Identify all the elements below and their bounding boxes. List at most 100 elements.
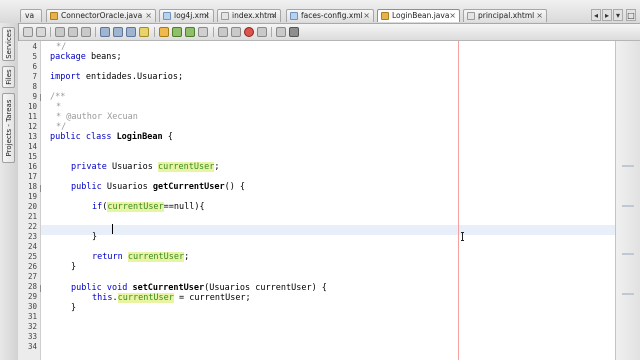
close-tab-icon[interactable]: × <box>203 10 210 22</box>
last-edit-icon[interactable] <box>55 27 65 37</box>
start-macro-icon[interactable] <box>231 27 241 37</box>
editor-tab-truncated-java[interactable]: va <box>20 9 42 22</box>
find-previous-icon[interactable] <box>100 27 110 37</box>
code-line-9: /** <box>50 92 65 102</box>
history-view-icon[interactable] <box>36 27 46 37</box>
keyword-token: package <box>50 52 86 62</box>
previous-bookmark-icon[interactable] <box>159 27 169 37</box>
toggle-bookmark-icon[interactable] <box>185 27 195 37</box>
close-tab-icon[interactable]: × <box>270 10 277 22</box>
scroll-tabs-right-button[interactable]: ▸ <box>602 9 612 21</box>
scroll-tabs-left-button[interactable]: ◂ <box>591 9 601 21</box>
line-number: 12 <box>27 122 37 131</box>
line-number-gutter[interactable]: 4 5 6 7 8 9 10 11 12 13 14 15 16 17 18 1… <box>18 41 47 360</box>
line-number: 14 <box>27 142 37 151</box>
code-token: Usuarios <box>111 162 153 172</box>
editor-tab-faces-config[interactable]: faces-config.xml × <box>286 9 374 22</box>
shift-right-icon[interactable] <box>218 27 228 37</box>
toolbar-separator <box>271 27 272 37</box>
line-number: 34 <box>27 342 37 351</box>
code-line-31: } <box>71 303 76 313</box>
back-icon[interactable] <box>68 27 78 37</box>
comment-icon[interactable] <box>257 27 267 37</box>
code-token: ; <box>214 162 220 172</box>
shift-left-icon[interactable] <box>198 27 208 37</box>
xml-file-icon <box>163 12 171 20</box>
mouse-ibeam-cursor-icon <box>461 232 464 241</box>
occurrence-mark[interactable] <box>622 205 634 207</box>
line-number: 19 <box>27 192 37 201</box>
close-tab-icon[interactable]: × <box>363 10 370 22</box>
toolbar-separator <box>213 27 214 37</box>
code-line-20: if(currentUser==null){ <box>92 202 205 212</box>
code-line-12: */ <box>56 122 66 132</box>
tab-label: ConnectorOracle.java <box>61 11 143 20</box>
find-selection-icon[interactable] <box>113 27 123 37</box>
editor-tab-principal-xhtml[interactable]: principal.xhtml × <box>463 9 547 22</box>
comment-token: */ <box>56 122 67 132</box>
code-editor[interactable] <box>41 41 615 360</box>
next-bookmark-icon[interactable] <box>172 27 182 37</box>
editor-vertical-scrollbar[interactable] <box>615 41 640 360</box>
comment-token: */ <box>56 42 67 52</box>
keyword-token: if <box>92 202 103 212</box>
toolbar-separator <box>154 27 155 37</box>
run-file-icon[interactable] <box>289 27 299 37</box>
code-line-29: public void setCurrentUser(Usuarios curr… <box>71 283 327 293</box>
restore-window-button[interactable]: □ <box>626 9 636 21</box>
code-line-10: * <box>56 102 61 112</box>
xml-file-icon <box>290 12 298 20</box>
editor-tab-log4j[interactable]: log4j.xml × <box>159 9 214 22</box>
projects-side-tab[interactable]: Projects - Tareas <box>2 93 15 163</box>
find-next-icon[interactable] <box>126 27 136 37</box>
stop-macro-icon[interactable] <box>244 27 254 37</box>
field-token-currentuser: currentUser <box>117 293 174 303</box>
close-tab-icon[interactable]: × <box>145 10 152 22</box>
code-token: ==null){ <box>163 202 205 212</box>
line-number: 22 <box>27 222 37 231</box>
line-number: 10 <box>27 102 37 111</box>
line-number: 15 <box>27 152 37 161</box>
source-view-icon[interactable] <box>23 27 33 37</box>
editor-tab-loginbean[interactable]: LoginBean.java × <box>377 9 460 22</box>
projects-side-tab-label: Projects - Tareas <box>4 99 13 157</box>
tab-label: faces-config.xml <box>301 11 363 20</box>
files-side-tab-label: Files <box>4 69 13 85</box>
line-number: 8 <box>32 82 37 91</box>
keyword-token: public <box>50 132 81 142</box>
comment-token: * <box>56 102 62 112</box>
toggle-highlight-icon[interactable] <box>139 27 149 37</box>
line-number: 23 <box>27 232 37 241</box>
keyword-token: public <box>71 283 102 293</box>
close-tab-icon[interactable]: × <box>449 10 456 22</box>
occurrence-mark[interactable] <box>622 293 634 295</box>
line-number: 13 <box>27 132 37 141</box>
text-caret <box>112 224 113 234</box>
close-tab-icon[interactable]: × <box>536 10 543 22</box>
editor-tab-connectororacle[interactable]: ConnectorOracle.java × <box>46 9 156 22</box>
line-number: 4 <box>32 42 37 51</box>
code-line-11: * @author Xecuan <box>56 112 138 122</box>
line-number: 7 <box>32 72 37 81</box>
tab-label: LoginBean.java <box>392 11 450 20</box>
code-line-18: public Usuarios getCurrentUser() { <box>71 182 245 192</box>
occurrence-mark[interactable] <box>622 165 634 167</box>
line-number: 27 <box>27 272 37 281</box>
forward-icon[interactable] <box>81 27 91 37</box>
occurrence-mark[interactable] <box>622 253 634 255</box>
line-number: 24 <box>27 242 37 251</box>
keyword-token: import <box>50 72 81 82</box>
editor-tab-index-xhtml[interactable]: index.xhtml × <box>217 9 281 22</box>
line-number: 18 <box>27 182 37 191</box>
uncomment-icon[interactable] <box>276 27 286 37</box>
keyword-token: public <box>71 182 102 192</box>
editor-tab-bar: va ConnectorOracle.java × log4j.xml × in… <box>0 0 640 24</box>
field-token-currentuser: currentUser <box>158 162 215 172</box>
code-line-26: } <box>71 262 76 272</box>
services-side-tab[interactable]: Services <box>2 27 15 61</box>
code-token: beans; <box>85 52 122 62</box>
xhtml-file-icon <box>467 12 475 20</box>
files-side-tab[interactable]: Files <box>2 66 15 88</box>
show-opened-documents-button[interactable]: ▾ <box>613 9 623 21</box>
keyword-token: this <box>92 293 113 303</box>
